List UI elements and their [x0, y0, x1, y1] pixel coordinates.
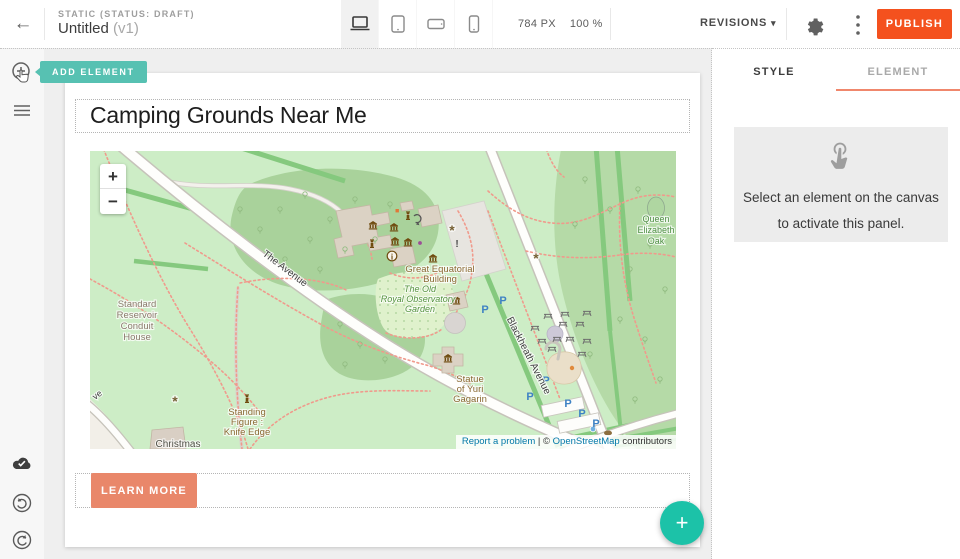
phone-icon	[467, 14, 481, 34]
learn-more-button[interactable]: LEARN MORE	[91, 473, 197, 508]
svg-text:Garden: Garden	[405, 304, 435, 314]
svg-text:P: P	[592, 418, 599, 430]
report-problem-link[interactable]: Report a problem	[462, 436, 535, 447]
workspace: ADD ELEMENT Camping Grounds Near Me	[0, 48, 712, 559]
map-element[interactable]: i * * * !	[90, 151, 676, 449]
svg-text:Queen: Queen	[642, 214, 669, 224]
viewpoint-icon: *	[449, 222, 455, 238]
undo-button[interactable]	[10, 491, 34, 515]
more-options-button[interactable]	[848, 12, 868, 38]
svg-text:Conduit: Conduit	[121, 321, 154, 332]
svg-text:Reservoir: Reservoir	[117, 310, 158, 321]
viewport-width-value: 784 PX	[518, 18, 556, 30]
add-element-button[interactable]	[10, 61, 34, 85]
document-version: (v1)	[113, 20, 139, 37]
viewpoint-icon: *	[533, 250, 539, 266]
map-zoom-in-button[interactable]: +	[100, 164, 126, 189]
svg-text:P: P	[564, 398, 571, 410]
cursor-hand-icon	[17, 70, 29, 82]
zoom-level-value: 100 %	[570, 18, 603, 30]
editor-app: ← STATIC (STATUS: DRAFT) Untitled (v1)	[0, 0, 960, 559]
empty-state-line-1: Select an element on the canvas	[734, 185, 948, 211]
svg-text:Gagarin: Gagarin	[453, 394, 487, 405]
chevron-down-icon: ▾	[771, 18, 776, 28]
memorial-icon: !	[455, 239, 458, 250]
map-attribution: Report a problem | © OpenStreetMap contr…	[456, 435, 676, 449]
panel-empty-state: Select an element on the canvas to activ…	[734, 127, 948, 242]
svg-text:P: P	[499, 295, 506, 307]
svg-text:Royal Observatory: Royal Observatory	[381, 294, 456, 304]
tablet-portrait-icon	[389, 14, 407, 34]
inspector-tabs: STYLE ELEMENT	[712, 49, 960, 91]
tablet-landscape-icon	[426, 17, 446, 31]
tap-hand-icon	[825, 140, 857, 174]
gear-icon	[801, 12, 827, 38]
hamburger-icon	[10, 98, 34, 122]
svg-text:Standard: Standard	[118, 299, 157, 310]
toolbar-divider	[610, 8, 611, 40]
tab-style[interactable]: STYLE	[712, 49, 836, 91]
svg-text:Oak: Oak	[648, 236, 665, 246]
inspector-panel: STYLE ELEMENT Select an element on the c…	[712, 48, 960, 559]
back-arrow-icon: ←	[14, 13, 33, 34]
page-heading-text: Camping Grounds Near Me	[76, 100, 689, 131]
toolbar-divider	[786, 8, 787, 40]
publish-button[interactable]: PUBLISH	[877, 9, 952, 39]
tab-element[interactable]: ELEMENT	[836, 49, 960, 91]
device-preview-switcher	[341, 0, 493, 48]
osm-link[interactable]: OpenStreetMap	[553, 436, 620, 447]
svg-text:House: House	[123, 332, 150, 343]
save-status-indicator	[10, 453, 34, 477]
label-gagarin-statue: Statue of Yuri Gagarin	[453, 374, 487, 405]
openstreetmap-canvas: i * * * !	[90, 151, 676, 449]
device-phone-button[interactable]	[455, 0, 493, 48]
label-christmas: Christmas	[155, 439, 200, 449]
viewpoint-icon: *	[172, 393, 178, 409]
viewport-info: 784 PX 100 %	[518, 18, 617, 30]
undo-icon	[10, 491, 34, 515]
svg-text:P: P	[481, 304, 488, 316]
left-toolbar-rail	[0, 49, 44, 559]
settings-button[interactable]	[801, 12, 827, 38]
svg-text:The Old: The Old	[404, 284, 437, 294]
button-row-element[interactable]: LEARN MORE	[75, 473, 690, 508]
svg-text:Knife Edge: Knife Edge	[224, 427, 270, 438]
top-toolbar: ← STATIC (STATUS: DRAFT) Untitled (v1)	[0, 0, 960, 48]
add-element-tooltip: ADD ELEMENT	[40, 61, 147, 83]
map-zoom-control: + −	[100, 164, 126, 214]
svg-text:P: P	[578, 408, 585, 420]
heading-element[interactable]: Camping Grounds Near Me	[75, 99, 690, 133]
device-tablet-landscape-button[interactable]	[417, 0, 455, 48]
cloud-check-icon	[10, 453, 34, 473]
add-section-fab[interactable]: +	[660, 501, 704, 545]
device-tablet-button[interactable]	[379, 0, 417, 48]
canvas-page: Camping Grounds Near Me	[65, 73, 700, 547]
toolbar-divider	[44, 8, 45, 40]
kebab-menu-icon	[855, 14, 861, 36]
document-title: Untitled (v1)	[58, 20, 139, 37]
map-zoom-out-button[interactable]: −	[100, 189, 126, 214]
empty-state-line-2: to activate this panel.	[734, 211, 948, 237]
svg-text:P: P	[526, 391, 533, 403]
layers-menu-button[interactable]	[10, 98, 34, 122]
redo-icon	[10, 528, 34, 552]
redo-button[interactable]	[10, 528, 34, 552]
device-desktop-button[interactable]	[341, 0, 379, 48]
svg-text:Elizabeth: Elizabeth	[637, 225, 674, 235]
revisions-dropdown[interactable]: REVISIONS ▾	[700, 17, 776, 29]
document-status: STATIC (STATUS: DRAFT)	[58, 9, 195, 19]
back-button[interactable]: ←	[8, 10, 38, 38]
laptop-icon	[349, 15, 371, 33]
